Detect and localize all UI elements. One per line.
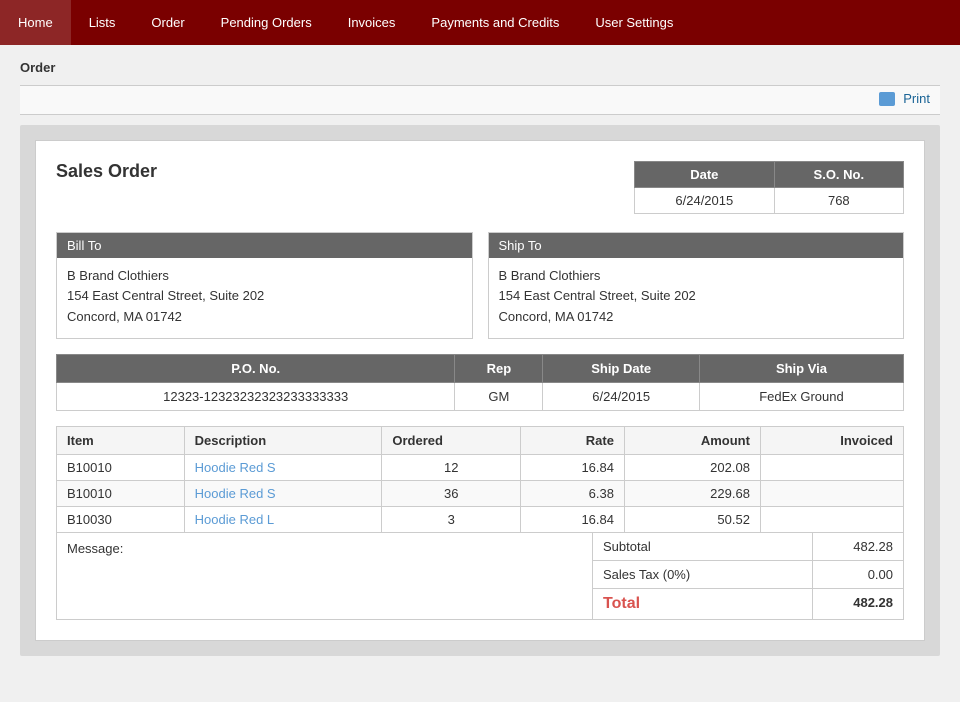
outer-container: Sales Order Date S.O. No. 6/24/2015 768 [20, 125, 940, 656]
ship-via-col-header: Ship Via [699, 354, 903, 382]
po-no-value: 12323-12323232323233333333 [57, 382, 455, 410]
page-title: Order [20, 60, 940, 75]
ship-via-value: FedEx Ground [699, 382, 903, 410]
address-row: Bill To B Brand Clothiers 154 East Centr… [56, 232, 904, 339]
bill-to-header: Bill To [57, 233, 472, 258]
rate-cell: 16.84 [521, 506, 625, 532]
sales-order-card: Sales Order Date S.O. No. 6/24/2015 768 [35, 140, 925, 641]
rate-cell: 6.38 [521, 480, 625, 506]
po-table: P.O. No. Rep Ship Date Ship Via 12323-12… [56, 354, 904, 411]
ordered-col-header: Ordered [382, 426, 521, 454]
bill-to-line2: 154 East Central Street, Suite 202 [67, 286, 462, 307]
table-row: B10010 Hoodie Red S 36 6.38 229.68 [57, 480, 904, 506]
so-date-table: Date S.O. No. 6/24/2015 768 [634, 161, 904, 214]
ship-to-line1: B Brand Clothiers [499, 266, 894, 287]
print-bar: Print [20, 85, 940, 115]
so-no-value: 768 [774, 187, 903, 213]
item-cell: B10010 [57, 454, 185, 480]
total-value: 482.28 [813, 589, 903, 619]
so-title: Sales Order [56, 161, 157, 182]
item-cell: B10030 [57, 506, 185, 532]
nav-home[interactable]: Home [0, 0, 71, 45]
item-col-header: Item [57, 426, 185, 454]
desc-cell: Hoodie Red S [184, 480, 382, 506]
bill-to-box: Bill To B Brand Clothiers 154 East Centr… [56, 232, 473, 339]
ship-to-body: B Brand Clothiers 154 East Central Stree… [489, 258, 904, 338]
print-link[interactable]: Print [879, 91, 930, 106]
print-label: Print [903, 91, 930, 106]
rate-cell: 16.84 [521, 454, 625, 480]
table-row: B10030 Hoodie Red L 3 16.84 50.52 [57, 506, 904, 532]
ordered-cell: 36 [382, 480, 521, 506]
invoiced-col-header: Invoiced [760, 426, 903, 454]
ship-to-line3: Concord, MA 01742 [499, 307, 894, 328]
invoiced-cell [760, 480, 903, 506]
bill-to-line1: B Brand Clothiers [67, 266, 462, 287]
so-no-header: S.O. No. [774, 161, 903, 187]
subtotal-label: Subtotal [593, 533, 813, 560]
totals-section: Subtotal 482.28 Sales Tax (0%) 0.00 Tota… [593, 533, 903, 619]
message-cell: Message: [57, 533, 593, 619]
nav-user-settings[interactable]: User Settings [577, 0, 691, 45]
ship-to-line2: 154 East Central Street, Suite 202 [499, 286, 894, 307]
nav-order[interactable]: Order [133, 0, 202, 45]
nav-lists[interactable]: Lists [71, 0, 134, 45]
item-cell: B10010 [57, 480, 185, 506]
table-row: B10010 Hoodie Red S 12 16.84 202.08 [57, 454, 904, 480]
invoiced-cell [760, 506, 903, 532]
sales-tax-value: 0.00 [813, 561, 903, 588]
sales-tax-label: Sales Tax (0%) [593, 561, 813, 588]
total-label: Total [593, 589, 813, 619]
po-no-col-header: P.O. No. [57, 354, 455, 382]
ship-date-value: 6/24/2015 [543, 382, 700, 410]
date-value: 6/24/2015 [635, 187, 775, 213]
nav-payments-credits[interactable]: Payments and Credits [413, 0, 577, 45]
desc-cell: Hoodie Red S [184, 454, 382, 480]
nav-invoices[interactable]: Invoices [330, 0, 414, 45]
ship-to-header: Ship To [489, 233, 904, 258]
sales-tax-row: Sales Tax (0%) 0.00 [593, 561, 903, 589]
ship-date-col-header: Ship Date [543, 354, 700, 382]
total-row: Total 482.28 [593, 589, 903, 619]
invoiced-cell [760, 454, 903, 480]
print-icon [879, 92, 895, 106]
bottom-section: Message: Subtotal 482.28 Sales Tax (0%) … [56, 533, 904, 620]
page-body: Order Print Sales Order Date S.O. No. [0, 45, 960, 671]
bill-to-line3: Concord, MA 01742 [67, 307, 462, 328]
amount-cell: 202.08 [624, 454, 760, 480]
date-header: Date [635, 161, 775, 187]
subtotal-value: 482.28 [813, 533, 903, 560]
ordered-cell: 3 [382, 506, 521, 532]
so-header: Sales Order Date S.O. No. 6/24/2015 768 [56, 161, 904, 214]
ship-to-box: Ship To B Brand Clothiers 154 East Centr… [488, 232, 905, 339]
rep-col-header: Rep [455, 354, 543, 382]
amount-cell: 229.68 [624, 480, 760, 506]
items-table: Item Description Ordered Rate Amount Inv… [56, 426, 904, 533]
rate-col-header: Rate [521, 426, 625, 454]
main-nav: Home Lists Order Pending Orders Invoices… [0, 0, 960, 45]
subtotal-row: Subtotal 482.28 [593, 533, 903, 561]
rep-value: GM [455, 382, 543, 410]
desc-cell: Hoodie Red L [184, 506, 382, 532]
bill-to-body: B Brand Clothiers 154 East Central Stree… [57, 258, 472, 338]
nav-pending-orders[interactable]: Pending Orders [203, 0, 330, 45]
amount-cell: 50.52 [624, 506, 760, 532]
message-label: Message: [67, 541, 123, 556]
desc-col-header: Description [184, 426, 382, 454]
ordered-cell: 12 [382, 454, 521, 480]
amount-col-header: Amount [624, 426, 760, 454]
